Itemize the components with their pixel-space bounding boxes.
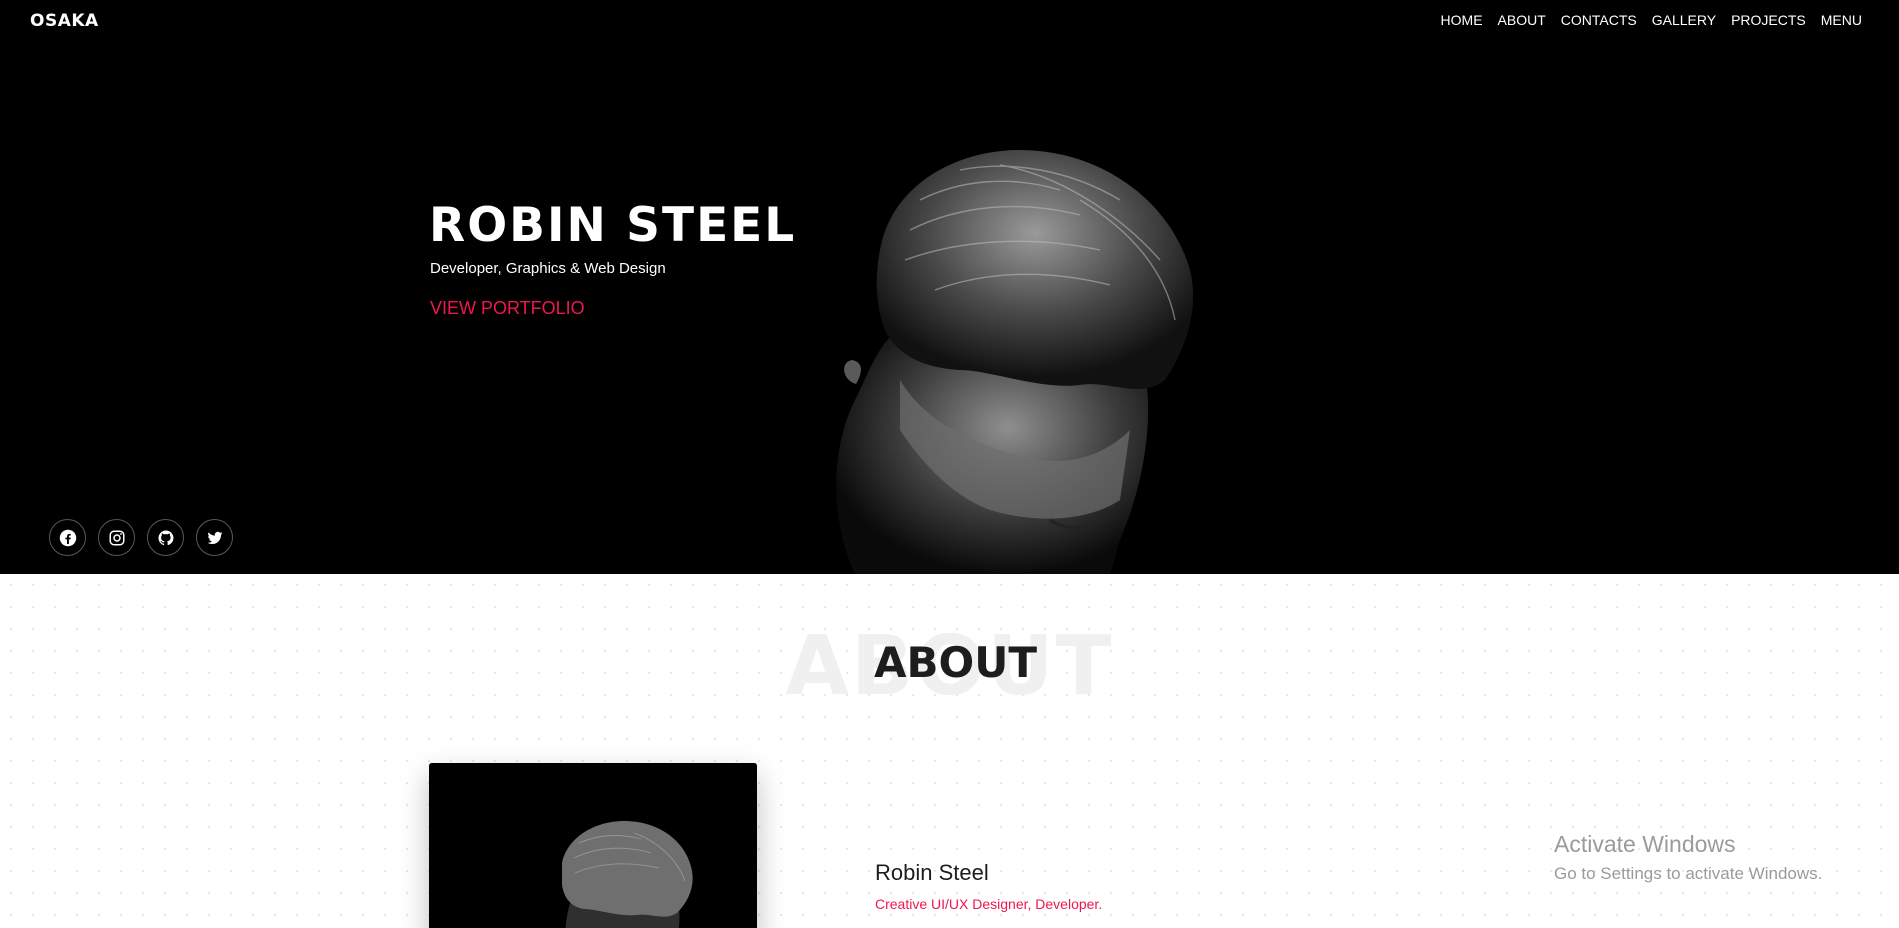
instagram-icon [109, 530, 124, 545]
social-links [49, 519, 233, 556]
nav-item-contacts[interactable]: CONTACTS [1561, 12, 1637, 28]
github-icon [158, 530, 173, 545]
hero-title: ROBIN STEEL [429, 198, 797, 253]
hero-portrait-image [836, 150, 1194, 574]
hero-section: OSAKA HOME ABOUT CONTACTS GALLERY PROJEC… [0, 0, 1899, 574]
github-link[interactable] [147, 519, 184, 556]
nav-item-projects[interactable]: PROJECTS [1731, 12, 1806, 28]
about-role: Creative UI/UX Designer, Developer. [875, 896, 1103, 912]
facebook-link[interactable] [49, 519, 86, 556]
brand-logo[interactable]: OSAKA [30, 11, 99, 31]
facebook-icon [59, 529, 76, 546]
nav-item-menu[interactable]: MENU [1821, 12, 1862, 28]
nav-item-home[interactable]: HOME [1441, 12, 1483, 28]
about-portrait-image [429, 763, 757, 928]
main-nav: HOME ABOUT CONTACTS GALLERY PROJECTS MEN… [1441, 12, 1862, 28]
about-name: Robin Steel [875, 860, 989, 885]
activate-windows-title: Activate Windows [1554, 831, 1736, 857]
nav-item-gallery[interactable]: GALLERY [1652, 12, 1716, 28]
nav-item-about[interactable]: ABOUT [1498, 12, 1546, 28]
about-photo [429, 763, 757, 928]
twitter-link[interactable] [196, 519, 233, 556]
activate-windows-subtitle: Go to Settings to activate Windows. [1554, 864, 1823, 883]
view-portfolio-link[interactable]: VIEW PORTFOLIO [430, 298, 585, 319]
instagram-link[interactable] [98, 519, 135, 556]
about-heading: ABOUT [874, 638, 1037, 687]
twitter-icon [207, 531, 222, 544]
hero-subtitle: Developer, Graphics & Web Design [430, 260, 666, 277]
